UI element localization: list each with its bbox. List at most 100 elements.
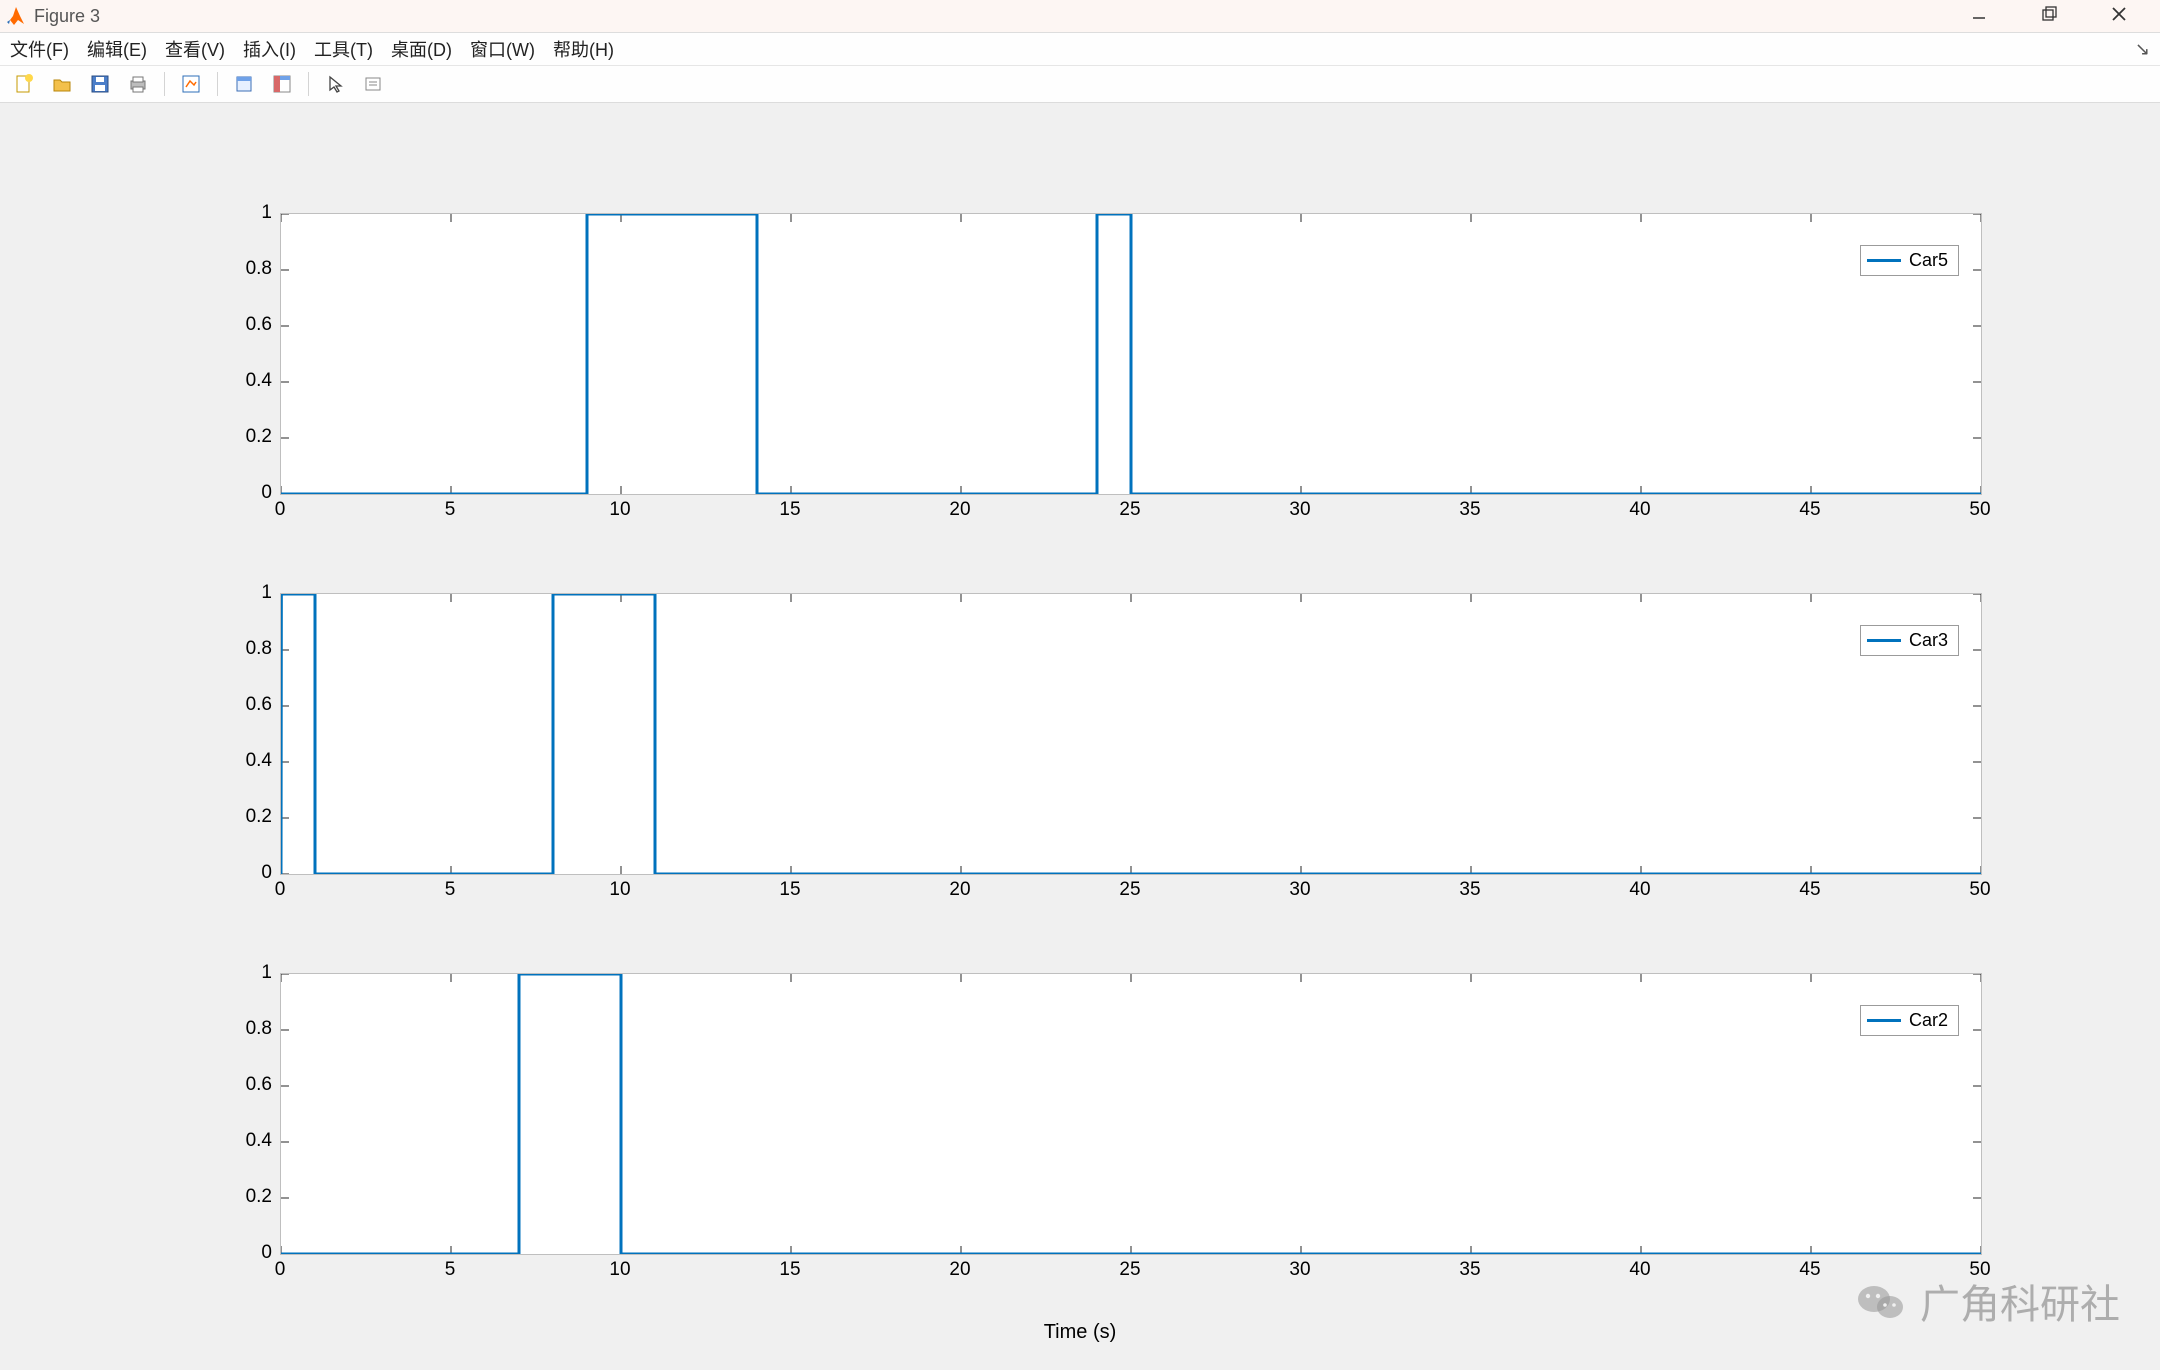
xtick-label: 40 [1625,499,1655,521]
save-button[interactable] [84,69,116,99]
figure-canvas: Time (s) 广角科研社 0510152025303540455000.20… [0,103,2160,1370]
data-line [281,214,1981,494]
legend-line-icon [1867,1019,1901,1022]
annotation-button[interactable] [357,69,389,99]
xtick-label: 25 [1115,879,1145,901]
xtick-label: 25 [1115,1259,1145,1281]
ytick-label: 0.4 [246,370,272,392]
legend[interactable]: Car2 [1860,1005,1959,1036]
xtick-label: 40 [1625,879,1655,901]
ytick-label: 0.4 [246,1130,272,1152]
xtick-label: 35 [1455,879,1485,901]
subplot-2[interactable] [280,593,1982,875]
dock-icon [234,74,254,94]
ytick-label: 0.8 [246,1018,272,1040]
print-icon [128,74,148,94]
open-button[interactable] [46,69,78,99]
close-icon [2111,6,2127,22]
annotation-icon [363,74,383,94]
legend[interactable]: Car3 [1860,625,1959,656]
menu-tools[interactable]: 工具(T) [314,36,373,62]
data-line [281,974,1981,1254]
xtick-label: 30 [1285,879,1315,901]
xtick-label: 50 [1965,1259,1995,1281]
menu-view[interactable]: 查看(V) [165,36,225,62]
xtick-label: 5 [435,879,465,901]
xtick-label: 20 [945,1259,975,1281]
xtick-label: 10 [605,499,635,521]
xtick-label: 50 [1965,879,1995,901]
xtick-label: 40 [1625,1259,1655,1281]
open-folder-icon [52,74,72,94]
ytick-label: 0.4 [246,750,272,772]
maximize-icon [2041,6,2057,22]
figure-window: Figure 3 文件(F) 编辑(E) 查看(V) 插 [0,0,2160,1370]
menu-file[interactable]: 文件(F) [10,36,69,62]
ytick-label: 1 [261,582,272,604]
minimize-button[interactable] [1964,6,1994,27]
minimize-icon [1971,6,1987,22]
menu-insert[interactable]: 插入(I) [243,36,296,62]
menu-help[interactable]: 帮助(H) [553,36,614,62]
ytick-label: 1 [261,202,272,224]
menubar-chevron-icon[interactable]: ↘ [2135,39,2150,60]
layout-button[interactable] [266,69,298,99]
xtick-label: 30 [1285,499,1315,521]
close-button[interactable] [2104,6,2134,27]
legend-label: Car3 [1909,630,1948,651]
legend[interactable]: Car5 [1860,245,1959,276]
menu-desktop[interactable]: 桌面(D) [391,36,452,62]
ytick-label: 0.2 [246,1186,272,1208]
ytick-label: 0.2 [246,806,272,828]
subplot-3[interactable] [280,973,1982,1255]
toolbar-separator [164,72,165,96]
menu-window[interactable]: 窗口(W) [470,36,535,62]
titlebar: Figure 3 [0,0,2160,33]
menubar: 文件(F) 编辑(E) 查看(V) 插入(I) 工具(T) 桌面(D) 窗口(W… [0,33,2160,66]
xtick-label: 35 [1455,499,1485,521]
ytick-label: 0.8 [246,638,272,660]
window-title: Figure 3 [34,6,100,27]
new-figure-button[interactable] [8,69,40,99]
legend-line-icon [1867,259,1901,262]
xlabel: Time (s) [0,1321,2160,1344]
ytick-label: 0 [261,482,272,504]
xtick-label: 45 [1795,879,1825,901]
wechat-icon [1856,1281,1906,1321]
xtick-label: 10 [605,1259,635,1281]
pointer-icon [325,74,345,94]
print-button[interactable] [122,69,154,99]
new-file-icon [14,74,34,94]
save-icon [90,74,110,94]
xtick-label: 35 [1455,1259,1485,1281]
data-line [281,594,1981,874]
xtick-label: 50 [1965,499,1995,521]
xtick-label: 20 [945,499,975,521]
legend-label: Car2 [1909,1010,1948,1031]
maximize-button[interactable] [2034,6,2064,27]
matlab-logo-icon [6,6,26,26]
link-button[interactable] [175,69,207,99]
menu-edit[interactable]: 编辑(E) [87,36,147,62]
ytick-label: 0.6 [246,694,272,716]
dock-button[interactable] [228,69,260,99]
xtick-label: 5 [435,1259,465,1281]
toolbar [0,66,2160,103]
legend-label: Car5 [1909,250,1948,271]
xtick-label: 20 [945,879,975,901]
legend-line-icon [1867,639,1901,642]
pointer-button[interactable] [319,69,351,99]
xtick-label: 15 [775,1259,805,1281]
xtick-label: 10 [605,879,635,901]
ytick-label: 0.6 [246,1074,272,1096]
toolbar-separator [217,72,218,96]
ytick-label: 0.6 [246,314,272,336]
ytick-label: 0.8 [246,258,272,280]
ytick-label: 1 [261,962,272,984]
link-icon [181,74,201,94]
xtick-label: 30 [1285,1259,1315,1281]
ytick-label: 0 [261,862,272,884]
subplot-1[interactable] [280,213,1982,495]
xtick-label: 45 [1795,1259,1825,1281]
xtick-label: 15 [775,499,805,521]
